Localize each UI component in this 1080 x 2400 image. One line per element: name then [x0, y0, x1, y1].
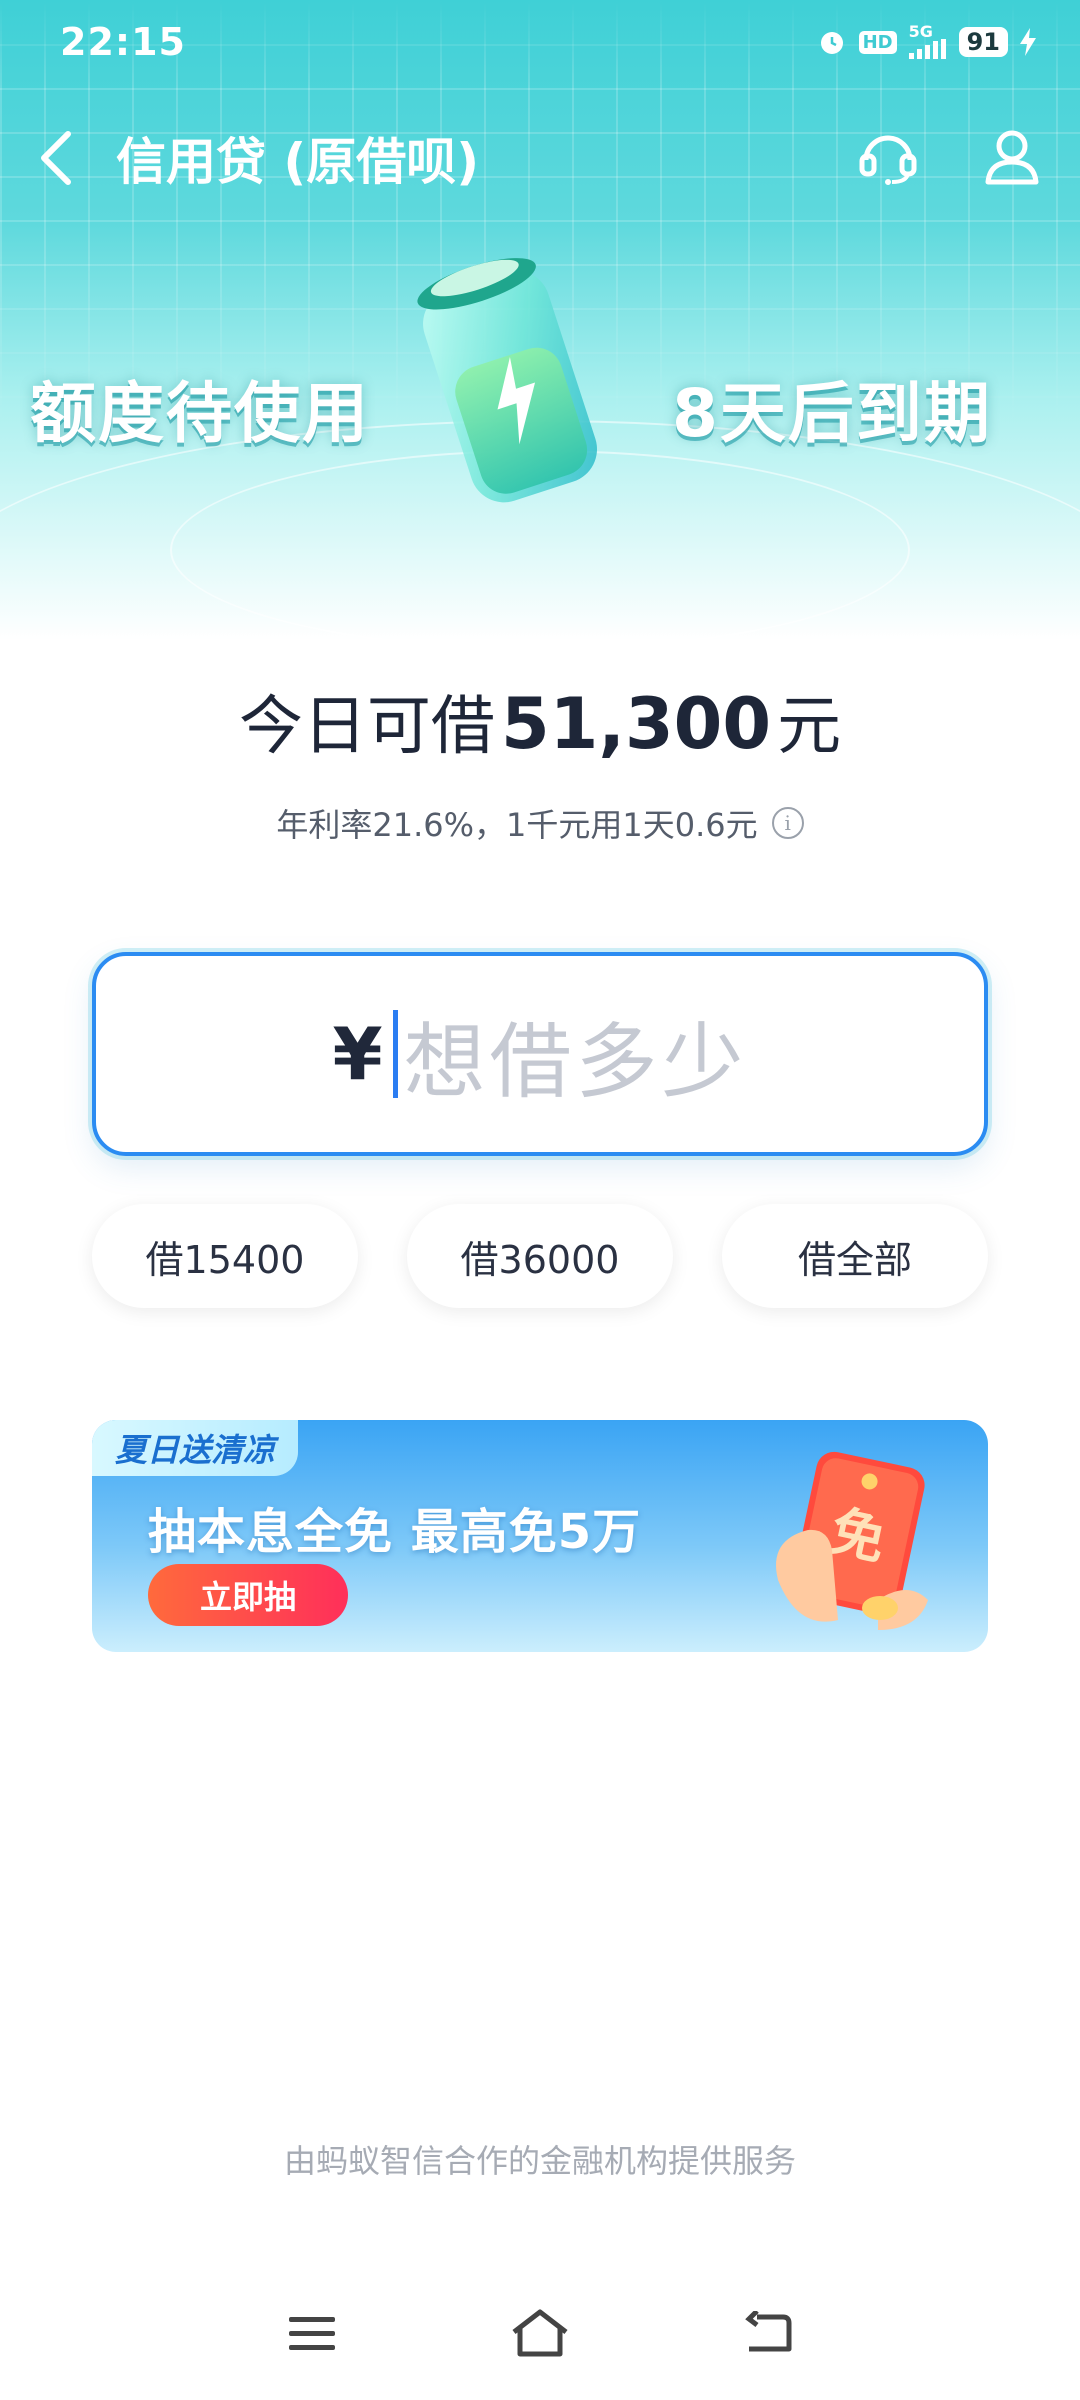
profile-button[interactable] — [980, 124, 1044, 192]
amount-placeholder: 想借多少 — [403, 1014, 748, 1110]
battery-indicator: 91 — [958, 27, 1008, 57]
available-unit: 元 — [777, 690, 842, 764]
rate-info: 年利率21.6%，1千元用1天0.6元 i — [0, 800, 1080, 846]
hero-quota-text: 额度待使用 — [30, 375, 370, 452]
footer-disclaimer: 由蚂蚁智信合作的金融机构提供服务 — [283, 2142, 796, 2180]
system-navigation — [0, 2290, 1080, 2380]
coupon-illustration: 免 — [748, 1430, 948, 1644]
available-amount: 今日可借51,300元 — [0, 675, 1080, 767]
draw-now-button[interactable]: 立即抽 — [148, 1564, 348, 1626]
status-icons: HD 5G 91 — [817, 22, 1036, 59]
nav-actions — [856, 124, 1044, 192]
back-button[interactable] — [36, 128, 76, 188]
borrow-amount-input[interactable]: ¥ 想借多少 — [92, 952, 988, 1156]
home-icon — [512, 2309, 568, 2357]
chip-borrow-36000[interactable]: 借36000 — [407, 1204, 673, 1308]
chip-borrow-15400[interactable]: 借15400 — [92, 1204, 358, 1308]
charging-icon — [1020, 28, 1036, 56]
info-icon[interactable]: i — [771, 807, 804, 839]
banner-title: 抽本息全免 最高免5万 — [148, 1504, 642, 1560]
text-caret — [392, 1010, 398, 1098]
hd-icon: HD — [858, 30, 897, 54]
hero-expiry-text: 8天后到期 — [672, 375, 992, 452]
back-nav-button[interactable] — [743, 2309, 793, 2359]
network-label: 5G — [908, 22, 933, 41]
status-time: 22:15 — [60, 20, 186, 64]
person-icon — [985, 130, 1039, 185]
signal-5g-icon: 5G — [908, 22, 947, 59]
alarm-icon — [817, 27, 847, 57]
home-button[interactable] — [510, 2308, 570, 2362]
available-prefix: 今日可借 — [238, 690, 495, 764]
menu-button[interactable] — [287, 2313, 337, 2357]
battery-illustration — [386, 238, 636, 532]
rate-text: 年利率21.6%，1千元用1天0.6元 — [276, 806, 758, 844]
quick-amount-chips: 借15400 借36000 借全部 — [92, 1204, 988, 1308]
status-bar: 22:15 HD 5G 91 — [0, 0, 1080, 84]
menu-icon — [288, 2317, 335, 2350]
available-value: 51,300 — [500, 683, 772, 765]
headset-icon — [859, 135, 917, 185]
chevron-left-icon — [41, 131, 71, 185]
currency-symbol: ¥ — [332, 1012, 383, 1096]
nav-bar: 信用贷 (原借呗) — [0, 110, 1080, 206]
page-title: 信用贷 (原借呗) — [116, 133, 480, 191]
chip-borrow-all[interactable]: 借全部 — [722, 1204, 988, 1308]
customer-service-button[interactable] — [856, 124, 920, 192]
banner-tag: 夏日送清凉 — [92, 1420, 298, 1476]
back-arrow-icon — [745, 2309, 792, 2352]
promo-banner[interactable]: 夏日送清凉 抽本息全免 最高免5万 立即抽 免 — [92, 1420, 988, 1652]
